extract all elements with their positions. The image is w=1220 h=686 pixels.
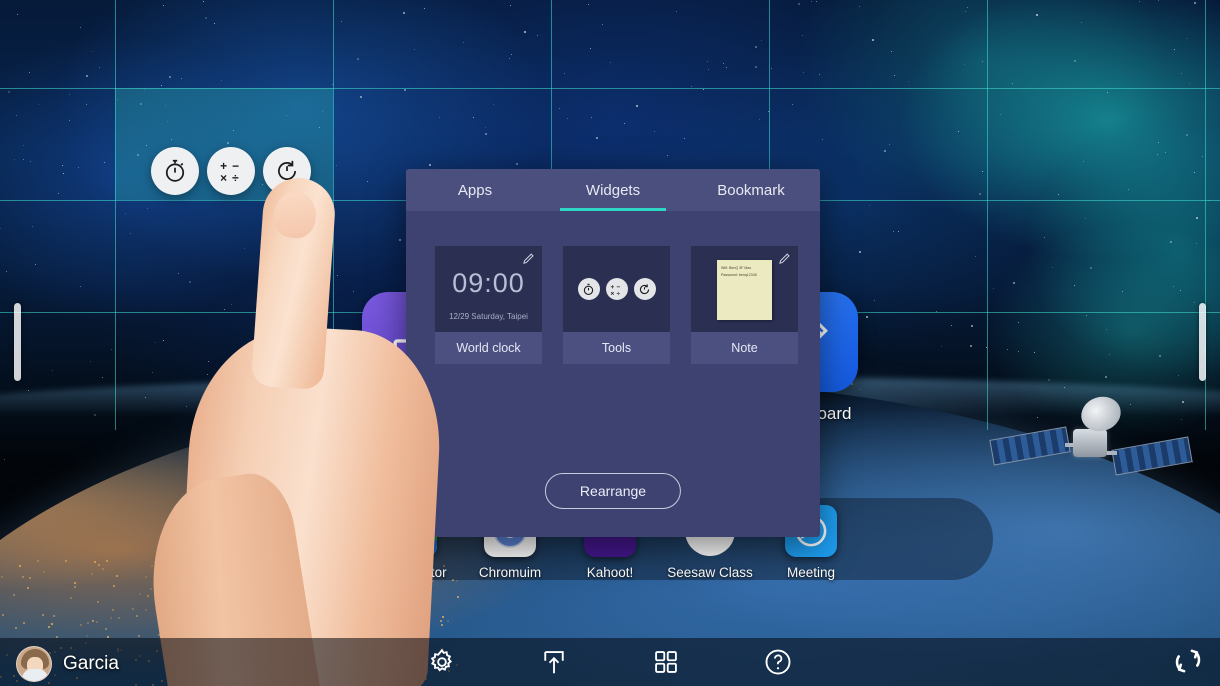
timer-icon bbox=[633, 278, 656, 300]
widget-preview-tools: + − × ÷ bbox=[563, 246, 670, 332]
widget-list: 09:00 12/29 Saturday, Taipei World clock bbox=[406, 211, 820, 364]
note-line-1: Wifi: BenQ 3F Max bbox=[721, 266, 752, 270]
calculator-icon: + − × ÷ bbox=[605, 278, 628, 300]
grid-icon bbox=[652, 648, 680, 676]
settings-button[interactable] bbox=[425, 645, 459, 679]
widget-label: Tools bbox=[563, 332, 670, 364]
taskbar-buttons bbox=[0, 638, 1220, 686]
calculator-icon: + − × ÷ bbox=[218, 158, 244, 184]
svg-text:×: × bbox=[611, 290, 615, 296]
gear-icon bbox=[427, 647, 457, 677]
stopwatch-icon bbox=[577, 278, 600, 300]
tab-label: Widgets bbox=[585, 181, 641, 199]
rotate-screen-button[interactable] bbox=[1170, 643, 1206, 679]
panel-body: 09:00 12/29 Saturday, Taipei World clock bbox=[406, 211, 820, 537]
app-label: Meeting bbox=[786, 565, 836, 580]
panel-tabs: Apps Widgets Bookmark bbox=[406, 169, 820, 211]
question-circle-icon bbox=[763, 647, 793, 677]
share-button[interactable] bbox=[537, 645, 571, 679]
sticky-note: Wifi: BenQ 3F Max Password: benq12345 bbox=[717, 260, 772, 320]
timer-icon bbox=[274, 158, 300, 184]
taskbar: Garcia bbox=[0, 638, 1220, 686]
widget-label: World clock bbox=[435, 332, 542, 364]
tab-widgets[interactable]: Widgets bbox=[544, 169, 682, 211]
widget-preview-note: Wifi: BenQ 3F Max Password: benq12345 bbox=[691, 246, 798, 332]
all-apps-button[interactable] bbox=[649, 645, 683, 679]
widget-preview-clock: 09:00 12/29 Saturday, Taipei bbox=[435, 246, 542, 332]
widget-tools[interactable]: + − × ÷ Tools bbox=[563, 246, 670, 364]
svg-text:+: + bbox=[611, 283, 615, 290]
clock-date: 12/29 Saturday, Taipei bbox=[449, 312, 528, 321]
svg-text:−: − bbox=[617, 283, 621, 290]
svg-text:÷: ÷ bbox=[617, 290, 621, 296]
timer-tool[interactable] bbox=[263, 147, 311, 195]
rotate-icon bbox=[1170, 643, 1206, 679]
tab-bookmark[interactable]: Bookmark bbox=[682, 169, 820, 211]
clock-time: 09:00 bbox=[452, 268, 525, 298]
pencil-icon[interactable] bbox=[777, 252, 791, 266]
calculator-tool[interactable]: + − × ÷ bbox=[207, 147, 255, 195]
screen: + − × ÷ Wireless Projection bbox=[0, 0, 1220, 686]
widget-note[interactable]: Wifi: BenQ 3F Max Password: benq12345 No… bbox=[691, 246, 798, 364]
svg-text:×: × bbox=[220, 171, 227, 184]
tab-apps[interactable]: Apps bbox=[406, 169, 544, 211]
stopwatch-icon bbox=[162, 158, 188, 184]
widget-label: Note bbox=[691, 332, 798, 364]
pencil-icon[interactable] bbox=[521, 252, 535, 266]
note-line-2: Password: benq12345 bbox=[721, 272, 757, 277]
tab-label: Apps bbox=[457, 181, 493, 199]
widget-world-clock[interactable]: 09:00 12/29 Saturday, Taipei World clock bbox=[435, 246, 542, 364]
help-button[interactable] bbox=[761, 645, 795, 679]
svg-text:÷: ÷ bbox=[232, 171, 239, 184]
tab-label: Bookmark bbox=[717, 181, 785, 199]
rearrange-button[interactable]: Rearrange bbox=[544, 473, 682, 509]
upload-box-icon bbox=[539, 647, 569, 677]
stopwatch-tool[interactable] bbox=[151, 147, 199, 195]
widgets-panel: Apps Widgets Bookmark 09:00 12/29 Saturd… bbox=[406, 169, 820, 537]
